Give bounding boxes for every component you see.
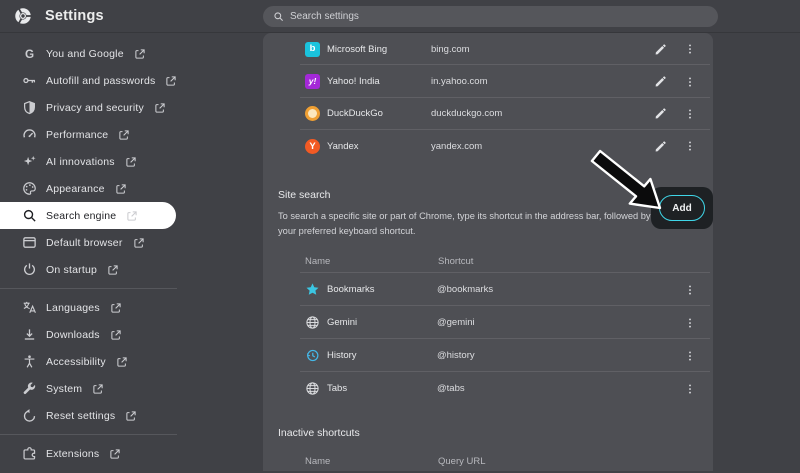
site-search-row-gemini: Gemini @gemini [263,306,713,339]
download-icon [21,327,37,343]
sidebar-divider [0,434,177,435]
sidebar-item-privacy-and-security[interactable]: Privacy and security [0,94,240,121]
sidebar-item-accessibility[interactable]: Accessibility [0,348,240,375]
external-link-icon [165,75,177,87]
sidebar-item-performance[interactable]: Performance [0,121,240,148]
inactive-shortcuts-heading: Inactive shortcuts [278,426,360,440]
site-search-row-tabs: Tabs @tabs [263,372,713,405]
search-engine-row-duckduckgo: DuckDuckGo duckduckgo.com [263,98,713,130]
sidebar-item-appearance[interactable]: Appearance [0,175,240,202]
site-search-description: To search a specific site or part of Chr… [278,209,658,239]
duckduckgo-icon [305,106,320,121]
external-link-icon [125,156,137,168]
kebab-menu-icon[interactable] [682,74,698,90]
kebab-menu-icon[interactable] [682,282,698,298]
sparkle-icon [21,154,37,170]
svg-text:G: G [24,48,33,61]
bing-icon: b [305,42,320,57]
site-search-row-bookmarks: Bookmarks @bookmarks [263,273,713,306]
translate-icon [21,300,37,316]
edit-pencil-icon[interactable] [652,74,668,90]
kebab-menu-icon[interactable] [682,315,698,331]
external-link-icon [107,264,119,276]
sidebar-item-reset-settings[interactable]: Reset settings [0,402,240,429]
external-link-icon [109,448,121,460]
search-engine-row-microsoft-bing: b Microsoft Bing bing.com [263,33,713,65]
column-header-name: Name [305,256,438,267]
bookmarks-star-icon [305,282,320,297]
globe-icon [305,381,320,396]
sidebar-item-default-browser[interactable]: Default browser [0,229,240,256]
search-engine-settings-card: b Microsoft Bing bing.com y! Yahoo! Indi… [263,33,713,471]
search-engines-list: b Microsoft Bing bing.com y! Yahoo! Indi… [263,33,713,163]
external-link-icon [133,237,145,249]
external-link-icon [118,129,130,141]
magnifier-icon [21,208,37,224]
edit-pencil-icon[interactable] [652,106,668,122]
add-site-search-button[interactable]: Add [659,195,705,221]
external-link-icon [110,302,122,314]
power-icon [21,262,37,278]
page-title: Settings [45,8,104,24]
sidebar-item-extensions[interactable]: Extensions [0,440,240,467]
search-settings-input[interactable] [290,11,708,22]
kebab-menu-icon[interactable] [682,381,698,397]
external-link-icon [126,210,138,222]
sidebar-item-search-engine[interactable]: Search engine [0,202,176,229]
add-button-highlight: Add [651,187,713,229]
palette-icon [21,181,37,197]
kebab-menu-icon[interactable] [682,41,698,57]
search-icon [273,11,284,22]
globe-icon [305,315,320,330]
wrench-icon [21,381,37,397]
edit-pencil-icon[interactable] [652,138,668,154]
external-link-icon [134,48,146,60]
settings-search-bar[interactable] [263,6,718,27]
site-search-heading: Site search [278,188,331,202]
sidebar-item-ai-innovations[interactable]: AI innovations [0,148,240,175]
inactive-table-header: Name Query URL [263,449,713,473]
kebab-menu-icon[interactable] [682,106,698,122]
external-link-icon [116,356,128,368]
sidebar-item-languages[interactable]: Languages [0,294,240,321]
edit-pencil-icon[interactable] [652,41,668,57]
extensions-icon [21,446,37,462]
sidebar-divider [0,288,177,289]
yandex-icon: Y [305,139,320,154]
external-link-icon [125,410,137,422]
sidebar-item-autofill-and-passwords[interactable]: Autofill and passwords [0,67,240,94]
site-search-rows: Bookmarks @bookmarks Gemini @gemini Hist… [263,273,713,405]
column-header-name: Name [305,456,438,467]
external-link-icon [154,102,166,114]
google-g-icon: G [21,46,37,62]
search-engine-row-yahoo-india: y! Yahoo! India in.yahoo.com [263,65,713,97]
column-header-shortcut: Shortcut [438,256,698,267]
chrome-logo-icon [14,7,32,25]
yahoo-icon: y! [305,74,320,89]
external-link-icon [92,383,104,395]
table-header: Name Shortcut [263,249,713,273]
browser-window-icon [21,235,37,251]
sidebar-item-on-startup[interactable]: On startup [0,256,240,283]
kebab-menu-icon[interactable] [682,138,698,154]
sidebar-item-system[interactable]: System [0,375,240,402]
search-engine-row-yandex: Y Yandex yandex.com [263,130,713,162]
reset-icon [21,408,37,424]
shield-icon [21,100,37,116]
sidebar: G You and Google Autofill and passwords … [0,33,240,471]
sidebar-item-you-and-google[interactable]: G You and Google [0,40,240,67]
speedometer-icon [21,127,37,143]
external-link-icon [115,183,127,195]
external-link-icon [110,329,122,341]
sidebar-item-downloads[interactable]: Downloads [0,321,240,348]
accessibility-icon [21,354,37,370]
site-search-table: Name Shortcut Bookmarks @bookmarks Gemin… [263,249,713,405]
key-icon [21,73,37,89]
kebab-menu-icon[interactable] [682,348,698,364]
history-clock-icon [305,348,320,363]
column-header-query-url: Query URL [438,456,698,467]
site-search-row-history: History @history [263,339,713,372]
